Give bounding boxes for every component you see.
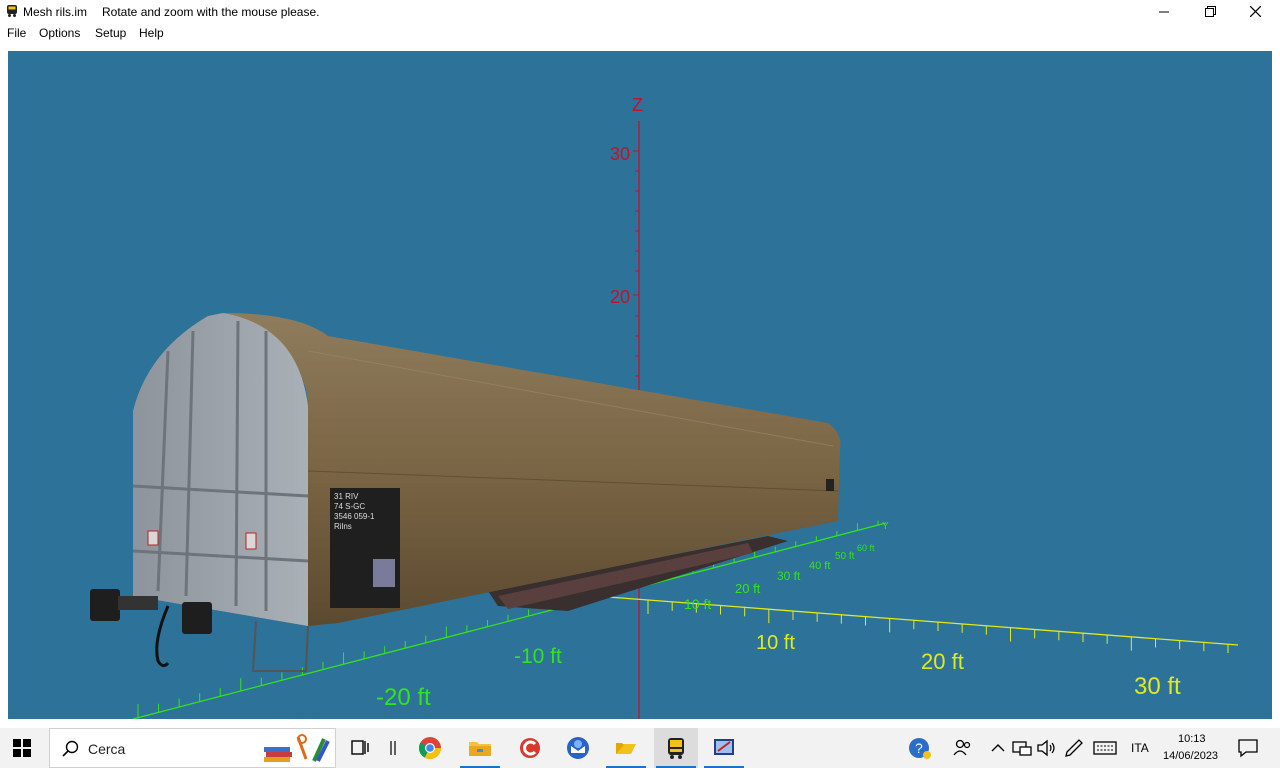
taskbar-separator-icon [390,741,396,755]
menu-help[interactable]: Help [139,26,164,40]
freight-wagon-model[interactable]: 31 RIV 74 S-GC 3546 059-1 Rilns [90,313,841,672]
chevron-up-icon[interactable] [986,736,1010,760]
language-indicator[interactable]: ITA [1131,741,1149,755]
title-bar: Mesh rils.im Rotate and zoom with the mo… [0,0,1280,23]
search-icon [62,740,79,757]
placard-line: Rilns [334,522,352,531]
folder-icon[interactable] [614,736,638,760]
x-tick-label: 20 ft [921,649,964,674]
help-badge-icon[interactable]: ? [908,736,932,760]
pen-icon[interactable] [1062,736,1086,760]
svg-text:?: ? [915,740,923,756]
window-title: Mesh rils.im [23,5,88,19]
placard-line: 74 S-GC [334,502,365,511]
y-tick-label: 50 ft [835,551,855,562]
app-train-icon [7,5,17,17]
window-message: Rotate and zoom with the mouse please. [102,5,320,19]
task-view-icon[interactable] [349,736,373,760]
z-tick-label: 20 [610,287,630,307]
restore-icon [1204,6,1216,17]
menu-setup[interactable]: Setup [95,26,126,40]
buffer-left [90,589,120,621]
x-tick-label: 30 ft [1134,673,1181,700]
close-icon [1249,6,1261,17]
ccleaner-icon[interactable] [518,736,542,760]
x-tick-label: 10 ft [756,632,795,654]
windows-start-icon[interactable] [13,739,31,757]
y-tick-label: -10 ft [514,645,562,668]
thunderbird-icon[interactable] [566,736,590,760]
menu-bar: File Options Setup Help [0,23,1280,43]
volume-icon[interactable] [1034,736,1058,760]
keyboard-icon[interactable] [1093,736,1117,760]
buffer-right [182,602,212,634]
people-icon[interactable] [950,736,974,760]
scene-canvas[interactable]: Z 30 20 10 ft 20 ft 30 ft Y -10 ft -20 f… [8,51,1272,719]
placard-line: 31 RIV [334,492,359,501]
z-tick-label: 30 [610,144,630,164]
menu-file[interactable]: File [7,26,26,40]
y-tick-label: -20 ft [376,684,431,711]
3d-viewport[interactable]: Z 30 20 10 ft 20 ft 30 ft Y -10 ft -20 f… [8,51,1272,719]
y-tick-label: 10 ft [684,596,711,612]
minimize-icon [1159,11,1169,12]
taskbar: Cerca ? ITA 10:13 14/06/2023 [0,728,1280,768]
chrome-icon[interactable] [418,736,442,760]
y-tick-label: 40 ft [809,560,830,572]
y-tick-label: 20 ft [735,581,761,596]
restore-button[interactable] [1187,0,1233,23]
network-icon[interactable] [1010,736,1034,760]
clock-time[interactable]: 10:13 [1178,733,1206,745]
y-tick-label: 60 ft [857,543,875,553]
wagon-body-side [223,313,841,626]
file-explorer-icon[interactable] [468,736,492,760]
y-tick-label: 30 ft [777,569,801,583]
notifications-icon[interactable] [1236,736,1260,760]
editor-app-icon[interactable] [712,736,736,760]
search-placeholder: Cerca [88,741,126,757]
train-app-icon[interactable] [664,736,688,760]
taskbar-search[interactable]: Cerca [49,728,336,768]
close-button[interactable] [1232,0,1278,23]
books-decoration-icon [264,734,330,762]
clock-date[interactable]: 14/06/2023 [1163,750,1218,762]
placard-line: 3546 059-1 [334,512,375,521]
z-axis-label: Z [632,95,643,115]
menu-options[interactable]: Options [39,26,80,40]
y-end-label: Y [882,521,889,532]
minimize-button[interactable] [1141,0,1187,23]
